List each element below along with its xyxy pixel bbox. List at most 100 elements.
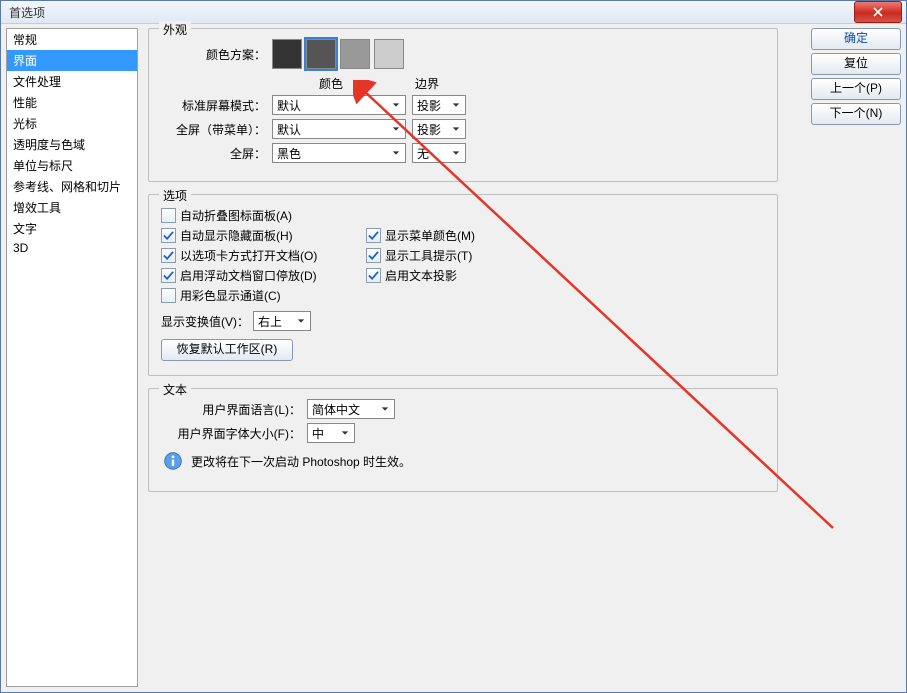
sidebar-item-label: 光标 (13, 117, 37, 131)
sidebar-item-transparency[interactable]: 透明度与色域 (7, 134, 137, 155)
sidebar-item-type[interactable]: 文字 (7, 218, 137, 239)
sidebar-item-3d[interactable]: 3D (7, 239, 137, 257)
ui-language-select[interactable]: 简体中文 (307, 399, 395, 419)
swatch-darkest[interactable] (272, 39, 302, 69)
reset-button[interactable]: 复位 (811, 53, 901, 75)
row-label: 标准屏幕模式： (161, 97, 272, 114)
checkbox-label: 显示工具提示(T) (385, 247, 472, 264)
screen-mode-row-full: 全屏： 黑色 无 (161, 143, 765, 163)
cb-floating-dock: 启用浮动文档窗口停放(D) (161, 265, 341, 285)
swatch-dark[interactable] (306, 39, 336, 69)
chevron-down-icon (449, 146, 463, 160)
checkbox[interactable] (161, 228, 176, 243)
color-column-header: 颜色 (266, 75, 396, 92)
appearance-group: 外观 颜色方案： 颜色 边界 (148, 28, 778, 182)
cb-color-channels: 用彩色显示通道(C) (161, 285, 341, 305)
transform-values-row: 显示变换值(V)： 右上 (161, 311, 765, 331)
sidebar-item-label: 增效工具 (13, 201, 61, 215)
checkbox-label: 自动折叠图标面板(A) (180, 207, 292, 224)
standard-border-select[interactable]: 投影 (412, 95, 466, 115)
fullmenu-color-select[interactable]: 默认 (272, 119, 406, 139)
full-color-select[interactable]: 黑色 (272, 143, 406, 163)
restart-notice-row: 更改将在下一次启动 Photoshop 时生效。 (161, 449, 765, 473)
cb-auto-collapse: 自动折叠图标面板(A) (161, 205, 341, 225)
sidebar-item-guides[interactable]: 参考线、网格和切片 (7, 176, 137, 197)
row-label: 全屏（带菜单）： (161, 121, 272, 138)
color-scheme-label: 颜色方案： (161, 46, 272, 63)
checkbox[interactable] (161, 208, 176, 223)
next-button[interactable]: 下一个(N) (811, 103, 901, 125)
ui-language-row: 用户界面语言(L)： 简体中文 (161, 399, 765, 419)
checkbox[interactable] (366, 268, 381, 283)
sidebar-item-label: 性能 (13, 96, 37, 110)
sidebar-item-label: 文字 (13, 222, 37, 236)
restart-notice-text: 更改将在下一次启动 Photoshop 时生效。 (191, 453, 411, 470)
checkbox-label: 显示菜单颜色(M) (385, 227, 475, 244)
checkbox-label: 以选项卡方式打开文档(O) (180, 247, 317, 264)
ui-language-label: 用户界面语言(L)： (161, 401, 307, 418)
full-border-select[interactable]: 无 (412, 143, 466, 163)
sidebar-item-label: 3D (13, 241, 28, 255)
text-legend: 文本 (159, 381, 191, 398)
ui-font-size-label: 用户界面字体大小(F)： (161, 425, 307, 442)
sidebar-item-performance[interactable]: 性能 (7, 92, 137, 113)
sidebar-item-file-handling[interactable]: 文件处理 (7, 71, 137, 92)
color-scheme-swatches (272, 39, 404, 69)
chevron-down-icon (294, 314, 308, 328)
ok-button[interactable]: 确定 (811, 28, 901, 50)
chevron-down-icon (338, 426, 352, 440)
swatch-light[interactable] (340, 39, 370, 69)
checkbox-label: 用彩色显示通道(C) (180, 287, 281, 304)
prev-button[interactable]: 上一个(P) (811, 78, 901, 100)
cb-text-dropshadow: 启用文本投影 (366, 265, 475, 285)
checkbox[interactable] (161, 248, 176, 263)
color-scheme-row: 颜色方案： (161, 39, 765, 69)
sidebar-item-label: 文件处理 (13, 75, 61, 89)
cb-menu-colors: 显示菜单颜色(M) (366, 225, 475, 245)
cb-auto-show: 自动显示隐藏面板(H) (161, 225, 341, 245)
swatch-lightest[interactable] (374, 39, 404, 69)
screen-mode-row-standard: 标准屏幕模式： 默认 投影 (161, 95, 765, 115)
sidebar-item-label: 参考线、网格和切片 (13, 180, 121, 194)
sidebar-item-cursors[interactable]: 光标 (7, 113, 137, 134)
info-icon (161, 449, 185, 473)
main-pane: 确定 复位 上一个(P) 下一个(N) 外观 颜色方案： (148, 28, 901, 687)
standard-color-select[interactable]: 默认 (272, 95, 406, 115)
titlebar: 首选项 (1, 1, 906, 24)
close-icon (873, 7, 883, 17)
checkbox[interactable] (366, 248, 381, 263)
sidebar-item-label: 常规 (13, 33, 37, 47)
sidebar-item-units[interactable]: 单位与标尺 (7, 155, 137, 176)
sidebar-item-interface[interactable]: 界面 (7, 50, 137, 71)
transform-values-select[interactable]: 右上 (253, 311, 311, 331)
settings-column: 外观 颜色方案： 颜色 边界 (148, 28, 778, 504)
chevron-down-icon (389, 98, 403, 112)
dialog-buttons: 确定 复位 上一个(P) 下一个(N) (811, 28, 901, 125)
checkbox[interactable] (161, 268, 176, 283)
sidebar-item-general[interactable]: 常规 (7, 29, 137, 50)
text-group: 文本 用户界面语言(L)： 简体中文 用户界面字体大小(F)： 中 (148, 388, 778, 492)
fullmenu-border-select[interactable]: 投影 (412, 119, 466, 139)
screen-mode-row-fullmenus: 全屏（带菜单）： 默认 投影 (161, 119, 765, 139)
checkbox-label: 启用文本投影 (385, 267, 457, 284)
ui-font-size-row: 用户界面字体大小(F)： 中 (161, 423, 765, 443)
border-column-header: 边界 (402, 75, 452, 92)
checkbox-label: 自动显示隐藏面板(H) (180, 227, 293, 244)
chevron-down-icon (449, 98, 463, 112)
sidebar-item-label: 界面 (13, 54, 37, 68)
column-headers: 颜色 边界 (161, 75, 765, 92)
checkbox[interactable] (161, 288, 176, 303)
restore-workspaces-button[interactable]: 恢复默认工作区(R) (161, 339, 293, 361)
transform-values-label: 显示变换值(V)： (161, 313, 249, 330)
preferences-window: 首选项 常规 界面 文件处理 性能 光标 透明度与色域 单位与标尺 参考线、网格… (0, 0, 907, 693)
chevron-down-icon (389, 146, 403, 160)
options-group: 选项 自动折叠图标面板(A) 自动显示隐藏面板(H) (148, 194, 778, 376)
chevron-down-icon (378, 402, 392, 416)
content-area: 常规 界面 文件处理 性能 光标 透明度与色域 单位与标尺 参考线、网格和切片 … (6, 28, 901, 687)
sidebar-item-plugins[interactable]: 增效工具 (7, 197, 137, 218)
ui-font-size-select[interactable]: 中 (307, 423, 355, 443)
sidebar-item-label: 透明度与色域 (13, 138, 85, 152)
chevron-down-icon (389, 122, 403, 136)
checkbox[interactable] (366, 228, 381, 243)
close-button[interactable] (854, 1, 902, 23)
